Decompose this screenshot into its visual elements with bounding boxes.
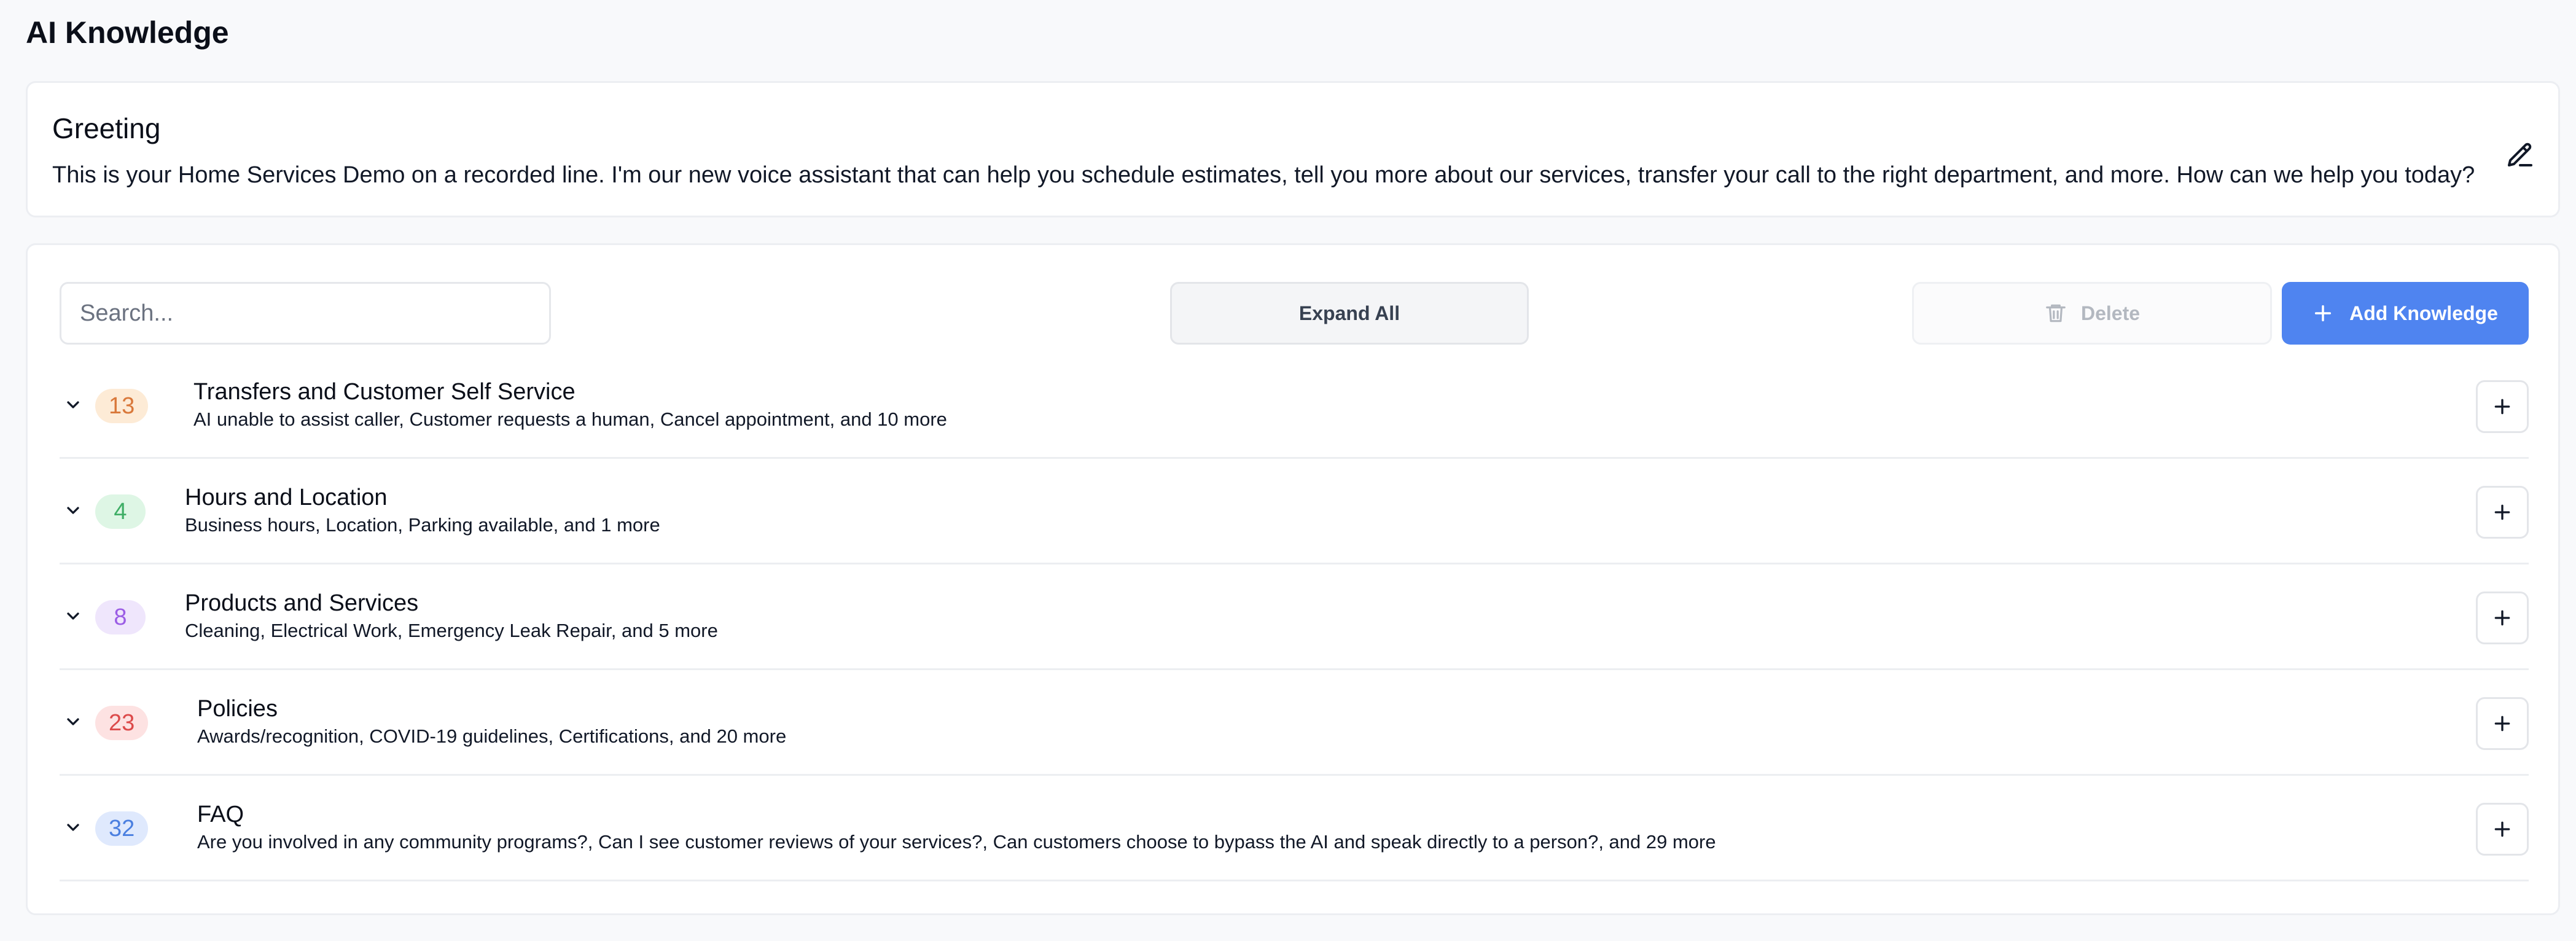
chevron-down-icon: [67, 401, 79, 408]
plus-icon: [2494, 716, 2510, 732]
expand-row-button[interactable]: [60, 708, 87, 735]
expand-row-button[interactable]: [60, 814, 87, 841]
category-text: Policies Awards/recognition, COVID-19 gu…: [197, 695, 786, 750]
add-entry-button[interactable]: [2476, 380, 2529, 433]
greeting-text: This is your Home Services Demo on a rec…: [52, 162, 2475, 188]
expand-row-button[interactable]: [60, 497, 87, 524]
category-summary: Cleaning, Electrical Work, Emergency Lea…: [185, 620, 718, 641]
category-list: 13 Transfers and Customer Self Service A…: [60, 353, 2529, 881]
chevron-down-icon: [67, 612, 79, 620]
category-text: Products and Services Cleaning, Electric…: [185, 589, 718, 644]
expand-all-label: Expand All: [1298, 302, 1400, 324]
greeting-card: Greeting This is your Home Services Demo…: [26, 81, 2560, 217]
count-badge: 23: [95, 706, 149, 740]
category-text: Transfers and Customer Self Service AI u…: [193, 378, 947, 433]
plus-icon: [2494, 504, 2510, 520]
count-badge: 8: [95, 600, 146, 634]
delete-button[interactable]: Delete: [1912, 282, 2272, 345]
add-entry-button[interactable]: [2476, 803, 2529, 856]
category-row-faq[interactable]: 32 FAQ Are you involved in any community…: [60, 776, 2529, 881]
expand-row-button[interactable]: [60, 391, 87, 418]
edit-greeting-button[interactable]: [2500, 136, 2540, 175]
count-badge: 4: [95, 494, 146, 529]
category-title: Transfers and Customer Self Service: [193, 379, 576, 405]
chevron-down-icon: [67, 507, 79, 514]
plus-icon: [2494, 399, 2510, 415]
category-title: Products and Services: [185, 590, 419, 616]
chevron-down-icon: [67, 718, 79, 725]
category-summary: Awards/recognition, COVID-19 guidelines,…: [197, 725, 787, 747]
add-entry-button[interactable]: [2476, 697, 2529, 750]
chevron-down-icon: [67, 824, 79, 831]
category-row-policies[interactable]: 23 Policies Awards/recognition, COVID-19…: [60, 670, 2529, 776]
category-row-hours[interactable]: 4 Hours and Location Business hours, Loc…: [60, 459, 2529, 564]
delete-label: Delete: [2080, 302, 2141, 324]
category-title: Hours and Location: [185, 485, 388, 510]
add-knowledge-label: Add Knowledge: [2349, 302, 2498, 324]
knowledge-card: Expand All Delete Add Knowledge 13: [26, 243, 2560, 915]
plus-icon: [2494, 821, 2510, 837]
page-title: AI Knowledge: [26, 15, 229, 50]
category-summary: AI unable to assist caller, Customer req…: [193, 408, 947, 430]
search-input[interactable]: [60, 282, 551, 345]
category-text: FAQ Are you involved in any community pr…: [197, 800, 1716, 856]
category-summary: Are you involved in any community progra…: [197, 831, 1716, 853]
category-title: FAQ: [197, 802, 244, 827]
category-row-products[interactable]: 8 Products and Services Cleaning, Electr…: [60, 564, 2529, 670]
pencil-icon: [2508, 143, 2532, 166]
plus-icon: [2315, 305, 2332, 322]
plus-icon: [2494, 610, 2510, 626]
category-text: Hours and Location Business hours, Locat…: [185, 483, 660, 539]
trash-icon: [2046, 304, 2066, 322]
category-summary: Business hours, Location, Parking availa…: [185, 514, 660, 536]
add-entry-button[interactable]: [2476, 592, 2529, 644]
category-row-transfers[interactable]: 13 Transfers and Customer Self Service A…: [60, 353, 2529, 459]
expand-row-button[interactable]: [60, 603, 87, 630]
greeting-title: Greeting: [52, 112, 161, 144]
page: AI Knowledge Greeting This is your Home …: [0, 0, 2576, 941]
add-knowledge-button[interactable]: Add Knowledge: [2282, 282, 2529, 345]
add-entry-button[interactable]: [2476, 486, 2529, 539]
count-badge: 32: [95, 811, 149, 846]
expand-all-button[interactable]: Expand All: [1170, 282, 1529, 345]
category-title: Policies: [197, 696, 278, 722]
count-badge: 13: [95, 389, 149, 423]
